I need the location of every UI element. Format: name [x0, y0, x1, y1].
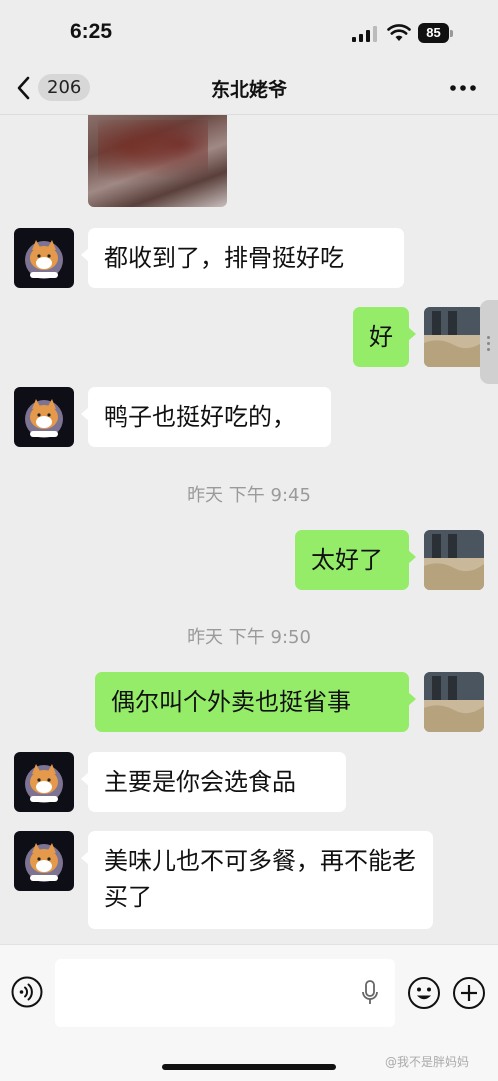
- more-dots-icon[interactable]: [446, 75, 480, 101]
- mic-icon[interactable]: [360, 979, 380, 1007]
- voice-icon[interactable]: [11, 976, 43, 1008]
- chat-header: 206 东北姥爷: [0, 62, 498, 115]
- message-bubble-sent[interactable]: 太好了: [295, 530, 416, 590]
- food-photo-message[interactable]: [88, 115, 227, 207]
- emoji-icon[interactable]: [407, 976, 441, 1010]
- message-text: 鸭子也挺好吃的，: [104, 403, 296, 431]
- my-avatar[interactable]: [424, 307, 484, 367]
- contact-avatar[interactable]: [14, 228, 74, 288]
- contact-avatar[interactable]: [14, 752, 74, 812]
- status-time: 6:25: [70, 20, 113, 43]
- contact-avatar[interactable]: [14, 387, 74, 447]
- battery-level: 85: [418, 23, 449, 43]
- my-avatar[interactable]: [424, 530, 484, 590]
- message-list[interactable]: 都收到了，排骨挺好吃 好 鸭子也挺好吃的， 昨天 下午 9:45 太好了 昨天 …: [0, 115, 498, 945]
- message-text: 偶尔叫个外卖也挺省事: [111, 688, 351, 716]
- status-bar: 6:25 85: [0, 0, 498, 62]
- message-text: 好: [369, 323, 393, 351]
- signal-icon: [352, 26, 377, 42]
- message-text: 美味儿也不可多餐，再不能老买了: [104, 847, 416, 911]
- home-indicator[interactable]: [162, 1064, 336, 1070]
- message-bubble-sent[interactable]: 偶尔叫个外卖也挺省事: [95, 672, 416, 732]
- battery-icon: 85: [418, 23, 454, 43]
- message-bubble-received[interactable]: 美味儿也不可多餐，再不能老买了: [81, 831, 433, 929]
- contact-avatar[interactable]: [14, 831, 74, 891]
- message-bubble-received[interactable]: 鸭子也挺好吃的，: [81, 387, 331, 447]
- chat-title: 东北姥爷: [210, 79, 287, 101]
- message-bubble-received[interactable]: 主要是你会选食品: [81, 752, 346, 812]
- timestamp: 昨天 下午 9:50: [187, 627, 311, 648]
- my-avatar[interactable]: [424, 672, 484, 732]
- message-text: 主要是你会选食品: [104, 768, 296, 796]
- message-text: 太好了: [311, 546, 383, 574]
- message-text: 都收到了，排骨挺好吃: [104, 244, 344, 272]
- watermark: @我不是胖妈妈: [385, 1055, 470, 1069]
- message-bubble-received[interactable]: 都收到了，排骨挺好吃: [81, 228, 404, 288]
- side-scroll-handle[interactable]: [480, 300, 498, 384]
- timestamp: 昨天 下午 9:45: [187, 485, 311, 506]
- plus-icon[interactable]: [452, 976, 486, 1010]
- wifi-icon: [387, 24, 411, 41]
- message-bubble-sent[interactable]: 好: [353, 307, 416, 367]
- message-input[interactable]: [55, 959, 395, 1027]
